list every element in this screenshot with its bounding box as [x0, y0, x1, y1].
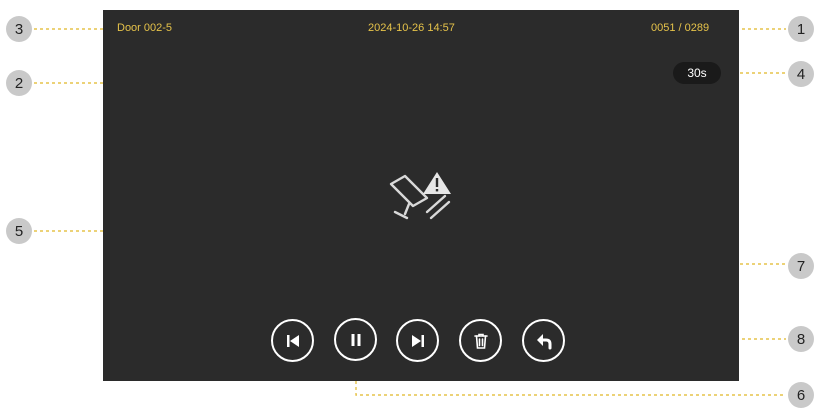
- skip-previous-icon: [286, 334, 299, 347]
- back-button[interactable]: [522, 319, 565, 362]
- return-arrow-icon: [536, 333, 551, 349]
- skip-next-icon: [411, 334, 424, 347]
- pause-icon: [351, 333, 360, 346]
- door-name: Door 002-5: [117, 22, 173, 34]
- record-datetime: 2024-10-26 14:57: [368, 22, 455, 34]
- pause-button[interactable]: [334, 318, 377, 361]
- countdown-timer-label: 30s: [687, 66, 707, 80]
- countdown-timer-badge: 30s: [673, 62, 721, 84]
- camera-warning-icon: [389, 172, 451, 220]
- callout-8: 8: [788, 326, 814, 352]
- trash-icon: [473, 333, 488, 349]
- callout-6: 6: [788, 382, 814, 408]
- callout-7: 7: [788, 253, 814, 279]
- record-counter: 0051 / 0289: [651, 22, 710, 34]
- callout-2: 2: [6, 70, 32, 96]
- previous-record-button[interactable]: [271, 319, 314, 362]
- next-record-button[interactable]: [396, 319, 439, 362]
- callout-4: 4: [788, 61, 814, 87]
- delete-record-button[interactable]: [459, 319, 502, 362]
- callout-1: 1: [788, 16, 814, 42]
- callout-3: 3: [6, 16, 32, 42]
- callout-5: 5: [6, 218, 32, 244]
